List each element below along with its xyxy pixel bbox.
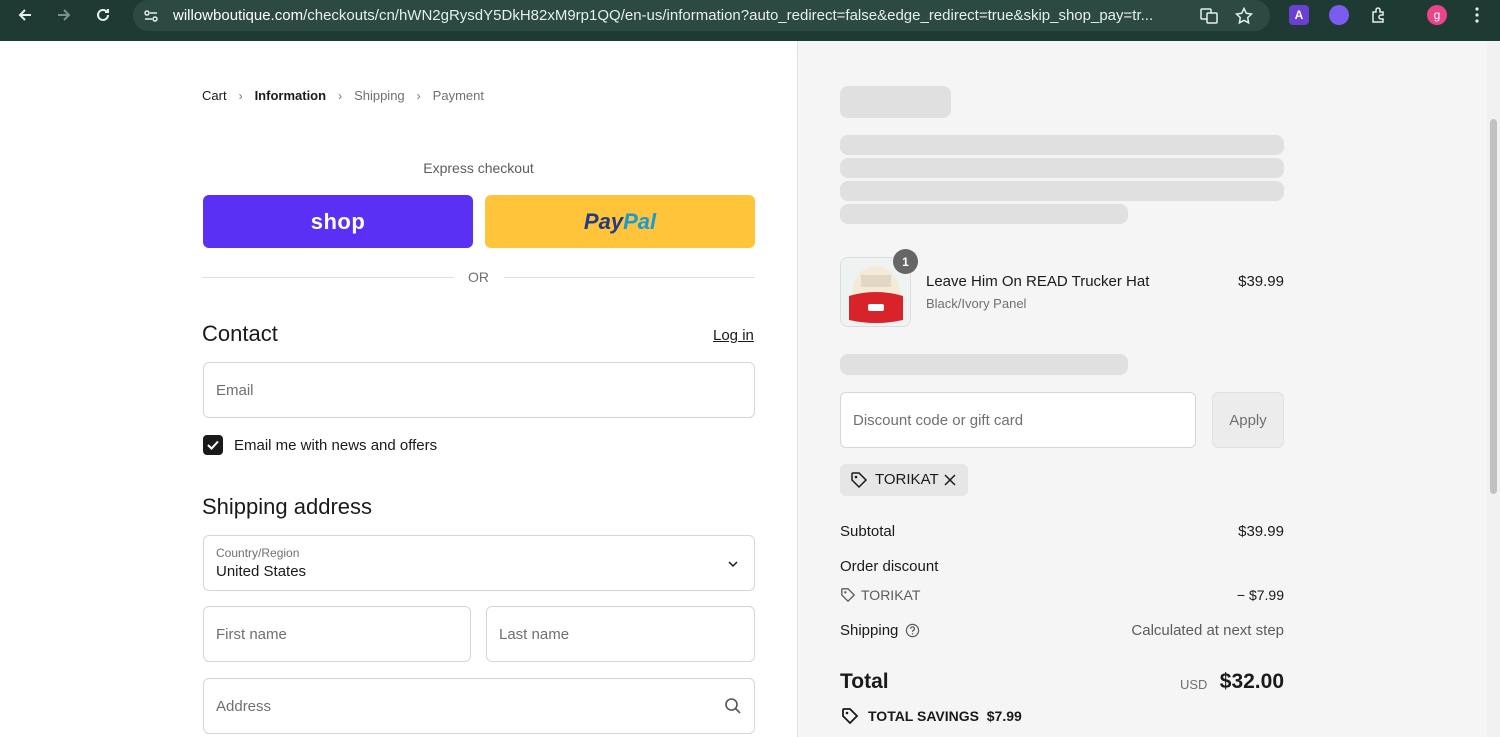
product-price: $39.99 bbox=[1238, 273, 1284, 290]
savings-tag-icon bbox=[842, 708, 859, 725]
last-name-placeholder: Last name bbox=[499, 626, 570, 643]
email-placeholder: Email bbox=[216, 382, 254, 399]
chevron-right-icon: › bbox=[338, 88, 343, 103]
total-value: $32.00 bbox=[1219, 670, 1284, 693]
login-link[interactable]: Log in bbox=[713, 327, 754, 344]
chevron-right-icon: › bbox=[416, 88, 421, 103]
product-variant: Black/Ivory Panel bbox=[926, 296, 1027, 311]
tag-icon bbox=[841, 588, 856, 603]
bookmark-star-icon[interactable] bbox=[1234, 6, 1254, 26]
loading-skeleton bbox=[840, 354, 1128, 375]
breadcrumb-information: Information bbox=[254, 88, 327, 103]
browser-menu-icon[interactable] bbox=[1467, 5, 1487, 25]
breadcrumb-payment: Payment bbox=[432, 88, 484, 103]
newsletter-label: Email me with news and offers bbox=[234, 437, 438, 454]
profile-avatar[interactable]: g bbox=[1427, 5, 1447, 25]
discount-code-field[interactable]: Discount code or gift card bbox=[840, 392, 1196, 448]
divider-line bbox=[504, 277, 755, 278]
paypal-logo-part2: Pal bbox=[623, 208, 657, 234]
breadcrumb: Cart › Information › Shipping › Payment bbox=[202, 88, 484, 103]
back-icon[interactable] bbox=[14, 4, 36, 26]
search-icon bbox=[725, 698, 741, 714]
newsletter-checkbox[interactable] bbox=[203, 435, 223, 455]
email-field[interactable]: Email bbox=[203, 362, 755, 418]
breadcrumb-cart[interactable]: Cart bbox=[202, 88, 227, 103]
address-bar[interactable]: willowboutique.com/checkouts/cn/hWN2gRys… bbox=[133, 0, 1270, 31]
shipping-label: Shipping bbox=[840, 622, 899, 639]
country-select[interactable]: Country/Region United States bbox=[203, 535, 755, 591]
last-name-field[interactable]: Last name bbox=[486, 606, 755, 662]
close-icon[interactable] bbox=[943, 473, 957, 487]
extensions-puzzle-icon[interactable] bbox=[1369, 5, 1389, 25]
quantity-badge: 1 bbox=[893, 249, 918, 274]
translate-icon[interactable] bbox=[1199, 6, 1219, 26]
shop-logo: shop bbox=[310, 208, 366, 234]
url-text: willowboutique.com/checkouts/cn/hWN2gRys… bbox=[173, 7, 1154, 24]
total-savings: TOTAL SAVINGS $7.99 bbox=[868, 708, 1022, 724]
country-label: Country/Region bbox=[216, 546, 300, 560]
apply-discount-button[interactable]: Apply bbox=[1212, 392, 1284, 448]
extension-swirl-icon[interactable] bbox=[1329, 5, 1349, 25]
breadcrumb-shipping: Shipping bbox=[354, 88, 405, 103]
first-name-field[interactable]: First name bbox=[203, 606, 471, 662]
express-checkout-label: Express checkout bbox=[423, 160, 534, 176]
discount-code-label: TORIKAT bbox=[861, 587, 921, 603]
page-scrollbar[interactable] bbox=[1487, 41, 1500, 737]
order-discount-label: Order discount bbox=[840, 558, 939, 575]
extension-a-icon[interactable]: A bbox=[1289, 5, 1309, 25]
shipping-value: Calculated at next step bbox=[1131, 622, 1284, 639]
contact-heading: Contact bbox=[202, 321, 278, 346]
subtotal-label: Subtotal bbox=[840, 523, 896, 540]
address-placeholder: Address bbox=[216, 698, 272, 715]
loading-skeleton bbox=[840, 86, 951, 118]
discount-value: − $7.99 bbox=[1236, 587, 1284, 603]
product-name: Leave Him On READ Trucker Hat bbox=[926, 273, 1150, 290]
loading-skeleton bbox=[840, 181, 1284, 201]
discount-placeholder: Discount code or gift card bbox=[853, 412, 1024, 429]
tag-icon bbox=[851, 472, 868, 489]
subtotal-value: $39.99 bbox=[1238, 523, 1284, 540]
site-info-icon[interactable] bbox=[141, 6, 161, 26]
total-label: Total bbox=[840, 670, 889, 693]
chevron-down-icon bbox=[728, 561, 738, 568]
total-currency: USD bbox=[1180, 677, 1208, 692]
applied-discount-code: TORIKAT bbox=[875, 471, 939, 488]
applied-discount-chip: TORIKAT bbox=[840, 464, 968, 496]
shop-pay-button[interactable]: shop bbox=[203, 195, 473, 248]
or-divider: OR bbox=[202, 269, 755, 287]
first-name-placeholder: First name bbox=[216, 626, 287, 643]
chevron-right-icon: › bbox=[238, 88, 243, 103]
loading-skeleton bbox=[840, 158, 1284, 178]
reload-icon[interactable] bbox=[92, 4, 114, 26]
help-circle-icon[interactable] bbox=[905, 623, 920, 638]
country-value: United States bbox=[216, 563, 307, 580]
browser-toolbar: willowboutique.com/checkouts/cn/hWN2gRys… bbox=[0, 0, 1500, 41]
total-savings-value: $7.99 bbox=[986, 708, 1022, 724]
loading-skeleton bbox=[840, 135, 1284, 155]
loading-skeleton bbox=[840, 204, 1128, 224]
checkmark-icon bbox=[207, 440, 219, 450]
forward-icon[interactable] bbox=[53, 4, 75, 26]
paypal-button[interactable]: Pay Pal bbox=[485, 195, 755, 248]
paypal-logo-part1: Pay bbox=[583, 208, 624, 234]
scrollbar-thumb[interactable] bbox=[1490, 119, 1497, 494]
shipping-address-heading: Shipping address bbox=[202, 494, 373, 519]
total-savings-label: TOTAL SAVINGS bbox=[868, 708, 979, 724]
address-field[interactable]: Address bbox=[203, 678, 755, 734]
